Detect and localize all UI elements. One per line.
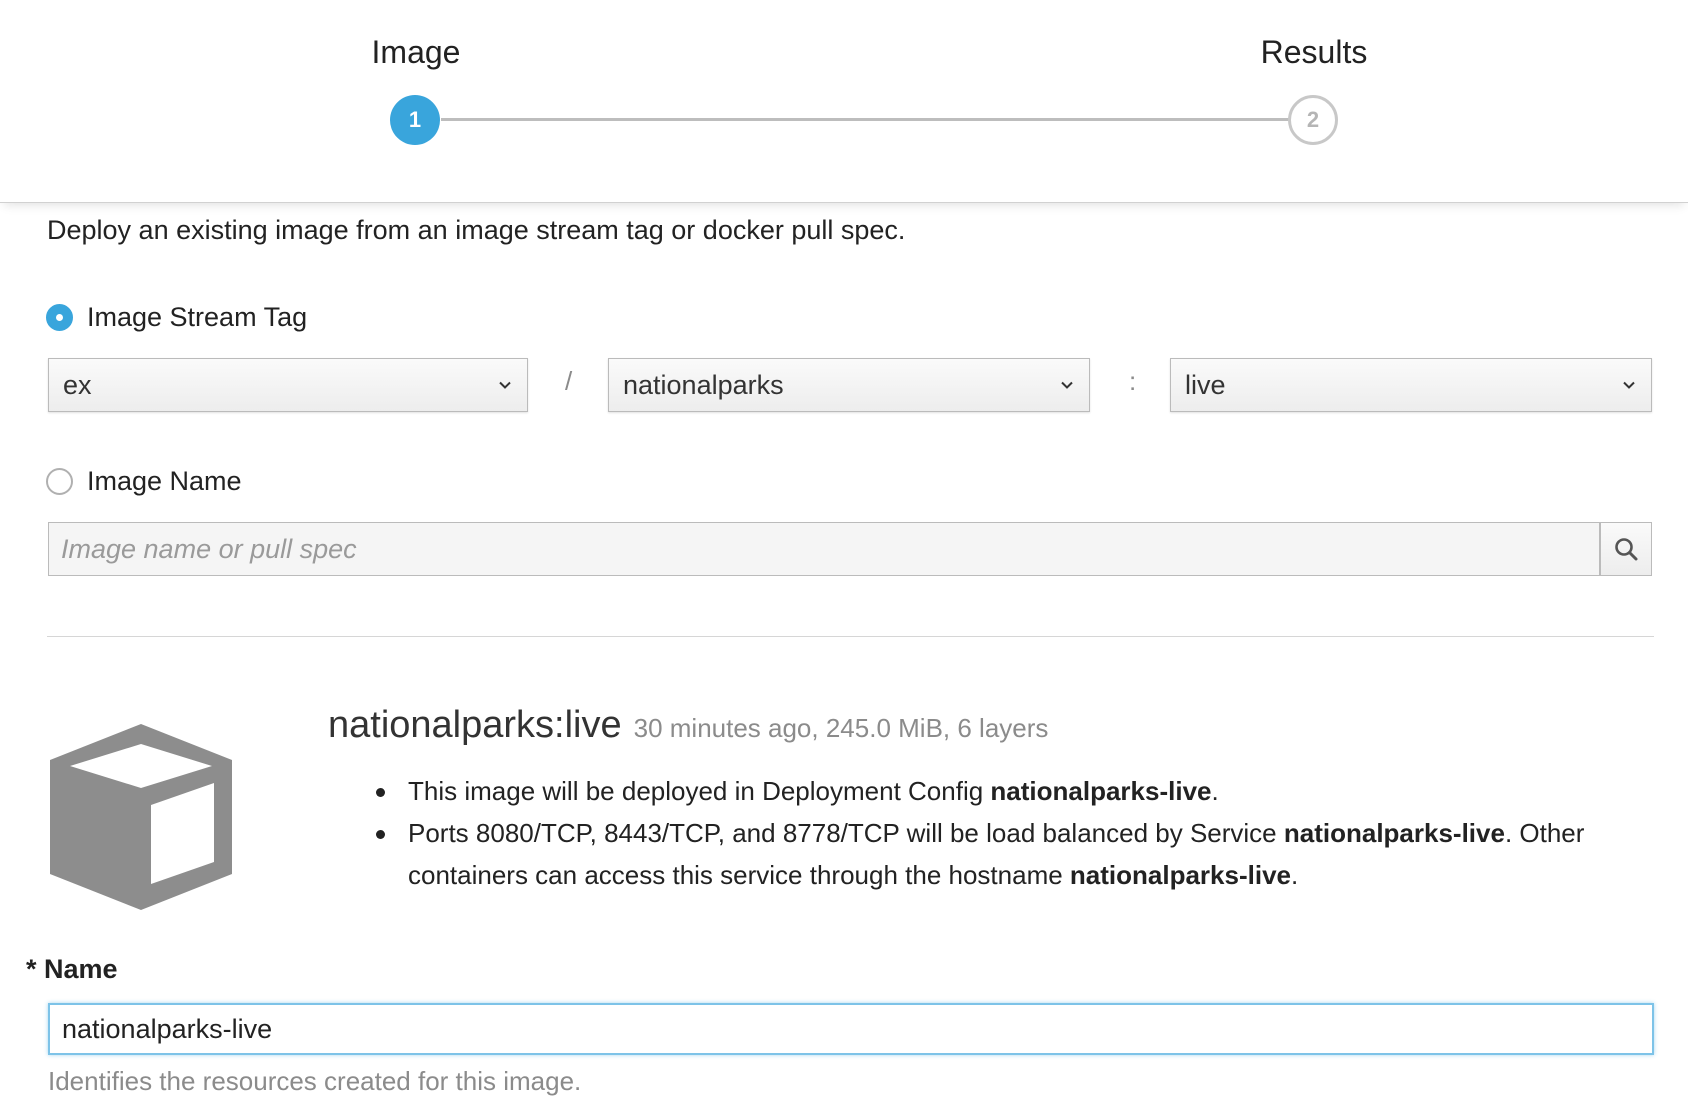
service-name: nationalparks-live xyxy=(1283,818,1505,848)
image-stream-value: nationalparks xyxy=(623,369,784,400)
namespace-select[interactable]: ex xyxy=(48,358,528,412)
list-item: This image will be deployed in Deploymen… xyxy=(374,770,1634,812)
name-help-text: Identifies the resources created for thi… xyxy=(48,1066,582,1096)
cube-icon xyxy=(50,724,232,910)
image-title: nationalparks:live 30 minutes ago, 245.0… xyxy=(328,704,1048,747)
namespace-separator: / xyxy=(565,366,573,396)
section-divider xyxy=(47,636,1654,637)
wizard-header: Image Results 1 2 xyxy=(0,0,1688,203)
image-stream-tag-radio[interactable] xyxy=(46,304,73,331)
image-name-label[interactable]: Image Name xyxy=(87,466,242,497)
tag-select[interactable]: live xyxy=(1170,358,1652,412)
image-stream-tag-label[interactable]: Image Stream Tag xyxy=(87,302,307,333)
step-2-indicator[interactable]: 2 xyxy=(1288,95,1338,145)
image-name-radio[interactable] xyxy=(46,468,73,495)
list-item: Ports 8080/TCP, 8443/TCP, and 8778/TCP w… xyxy=(374,812,1634,896)
namespace-value: ex xyxy=(63,369,92,400)
required-marker: * xyxy=(26,954,37,984)
search-icon xyxy=(1615,538,1638,561)
image-metadata: 30 minutes ago, 245.0 MiB, 6 layers xyxy=(633,713,1049,743)
step-label-results[interactable]: Results xyxy=(1194,34,1434,71)
chevron-down-icon xyxy=(1623,381,1635,389)
image-search-button[interactable] xyxy=(1600,522,1652,576)
deployment-config-name: nationalparks-live xyxy=(990,776,1212,806)
image-name-tag: nationalparks:live xyxy=(328,704,622,746)
tag-value: live xyxy=(1185,369,1226,400)
chevron-down-icon xyxy=(499,381,511,389)
step-1-indicator[interactable]: 1 xyxy=(390,95,440,145)
name-input[interactable] xyxy=(48,1003,1654,1055)
step-progress-line xyxy=(441,118,1289,121)
step-label-image[interactable]: Image xyxy=(296,34,536,71)
deployment-details-list: This image will be deployed in Deploymen… xyxy=(374,770,1634,896)
image-name-input[interactable] xyxy=(48,522,1600,576)
intro-text: Deploy an existing image from an image s… xyxy=(47,215,906,245)
image-stream-tag-option[interactable]: Image Stream Tag xyxy=(46,302,307,333)
chevron-down-icon xyxy=(1061,381,1073,389)
tag-separator: : xyxy=(1129,366,1137,396)
hostname: nationalparks-live xyxy=(1069,860,1291,890)
image-name-option[interactable]: Image Name xyxy=(46,466,242,497)
name-field-label: * Name xyxy=(26,954,118,984)
image-stream-select[interactable]: nationalparks xyxy=(608,358,1090,412)
